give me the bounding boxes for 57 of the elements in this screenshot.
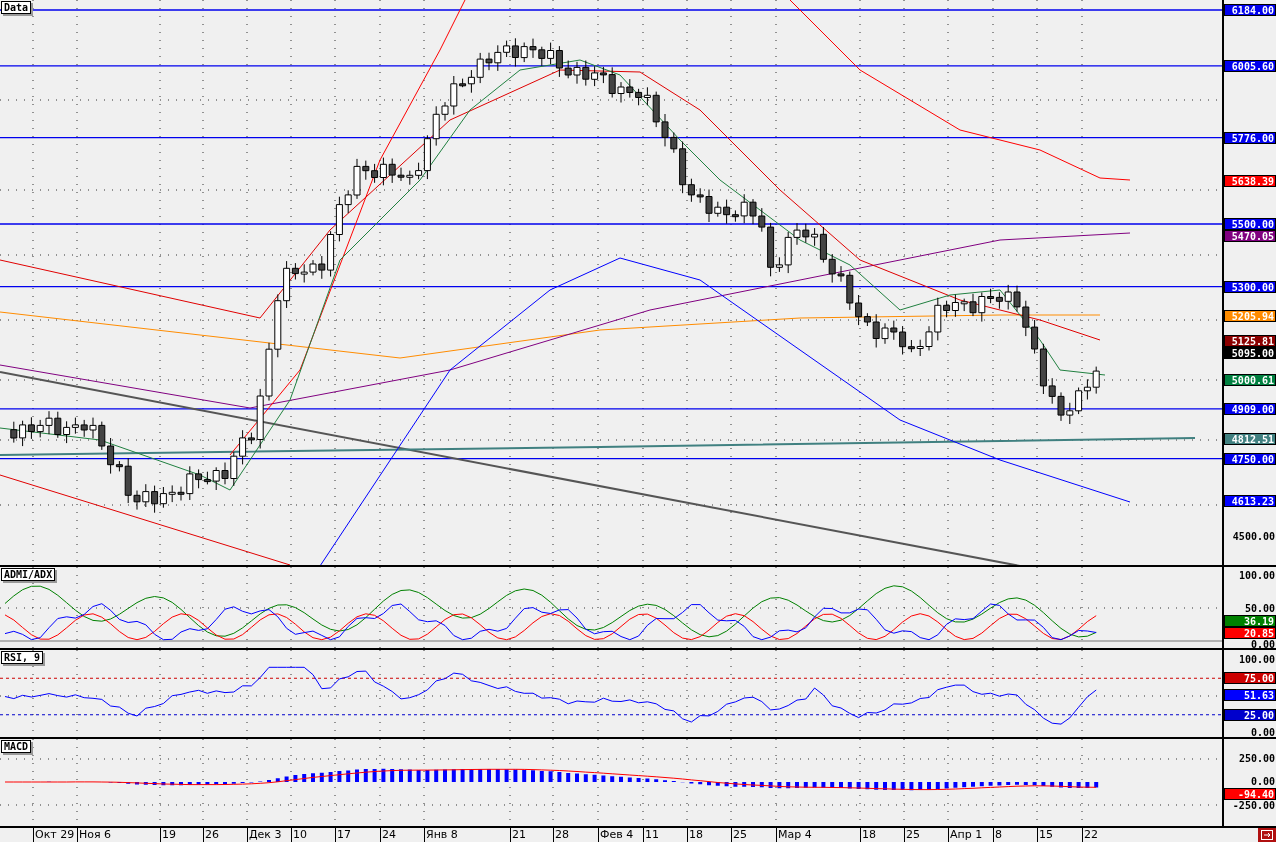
value-tag: 4613.23 [1224,495,1276,508]
panel-title: MACD [1,740,32,753]
exit-arrow-icon [1261,830,1273,840]
date-label: Мар 4 [776,828,812,842]
value-tag: 51.63 [1224,689,1276,702]
price-tag: 4909.00 [1224,402,1276,415]
value-tag: 5125.81 [1224,335,1276,348]
value-tag: 25.00 [1224,708,1276,721]
date-label: Ноя 6 [77,828,112,842]
axis-label: 50.00 [1243,602,1276,613]
date-label: Дек 3 [247,828,282,842]
date-label: 25 [904,828,920,842]
date-label: 17 [335,828,351,842]
axis-label: 100.00 [1237,654,1276,664]
axis-label: 100.00 [1237,570,1276,580]
value-tag: 5470.05 [1224,230,1276,242]
date-label: Янв 8 [424,828,458,842]
axis-label: 0.00 [1249,776,1276,786]
date-label: 8 [993,828,1002,842]
axis-label: 0.00 [1249,727,1276,737]
date-label: 15 [1037,828,1053,842]
date-label: 21 [510,828,526,842]
panel-title: Data [1,1,32,14]
axis-label: 250.00 [1237,753,1276,763]
panel-title: ADMI/ADX [1,568,56,581]
date-label: 18 [860,828,876,842]
date-label: Апр 1 [948,828,983,842]
panel-title: RSI, 9 [1,651,44,664]
value-tag: 5095.00 [1224,347,1276,360]
price-tag: 5776.00 [1224,131,1276,144]
date-label: 26 [203,828,219,842]
exit-button[interactable] [1258,828,1276,842]
axis-label: 4500.00 [1231,530,1276,541]
price-tag: 6184.00 [1224,4,1276,16]
axis-label: 0.00 [1249,638,1276,649]
date-label: 24 [380,828,396,842]
price-tag: 6005.60 [1224,59,1276,72]
value-tag: 4812.51 [1224,433,1276,446]
date-label: Фев 4 [598,828,634,842]
value-tag: 75.00 [1224,672,1276,685]
value-tag: 5205.94 [1224,310,1276,323]
price-tag: 5500.00 [1224,218,1276,230]
date-label: Окт 29 [33,828,75,842]
value-tag: 5000.61 [1224,374,1276,387]
date-label: 10 [291,828,307,842]
date-label: 28 [553,828,569,842]
date-label: 19 [160,828,176,842]
axis-label: -250.00 [1231,800,1276,810]
date-label: 18 [687,828,703,842]
value-tag: -94.40 [1224,788,1276,800]
value-tag: 36.19 [1224,614,1276,627]
date-label: 11 [643,828,659,842]
price-tag: 5300.00 [1224,280,1276,293]
value-tag: 5638.39 [1224,174,1276,187]
price-tag: 4750.00 [1224,452,1276,465]
date-label: 22 [1082,828,1098,842]
date-label: 25 [731,828,747,842]
